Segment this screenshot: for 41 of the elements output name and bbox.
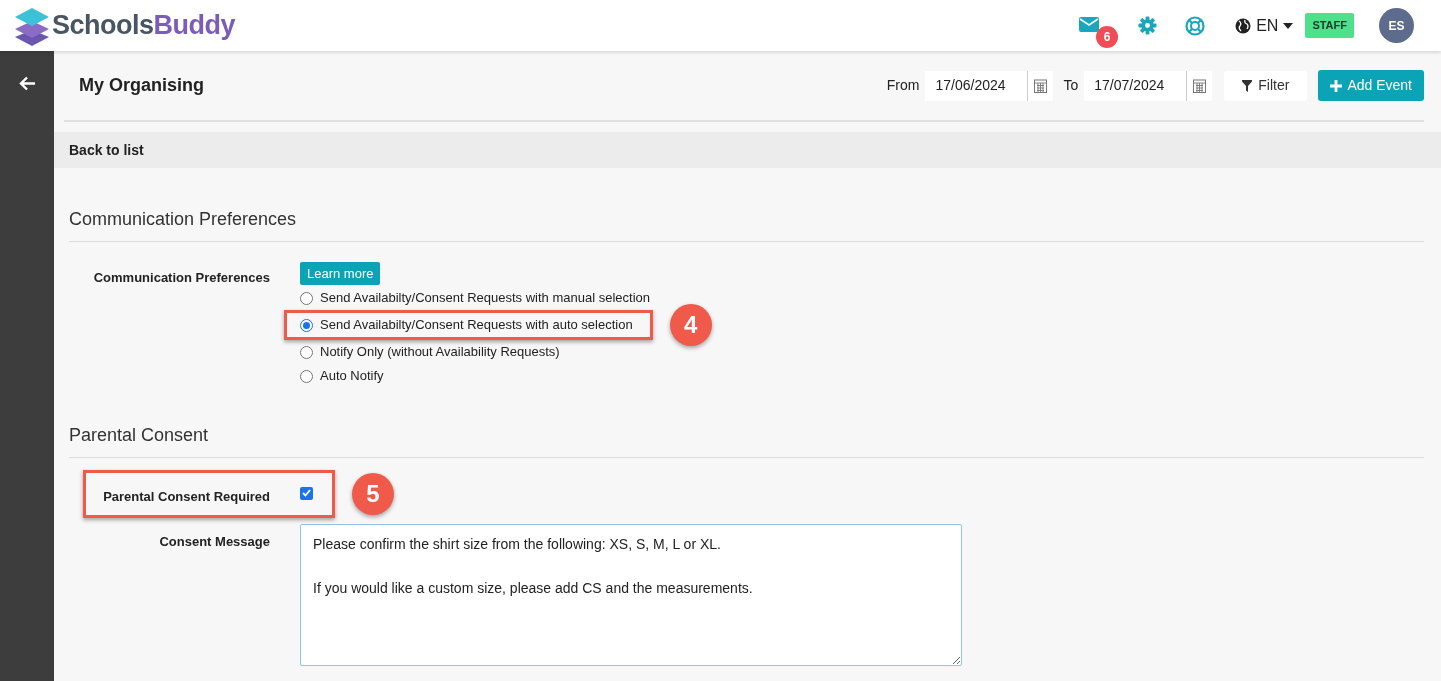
mail-icon[interactable] <box>1079 16 1100 32</box>
radio-label: Auto Notify <box>320 367 384 386</box>
callout-number: 5 <box>352 473 394 515</box>
from-label: From <box>886 76 920 95</box>
stacked-layers-logo-icon <box>14 5 50 46</box>
radio-button[interactable] <box>300 345 313 359</box>
field-label: Consent Message <box>158 533 271 551</box>
globe-icon <box>1235 17 1252 34</box>
section-heading: Parental Consent <box>69 422 1424 458</box>
caret-icon <box>1283 22 1294 29</box>
page-title: My Organising <box>79 74 204 97</box>
radio-label: Notify Only (without Availability Requests) <box>320 343 560 362</box>
calendar-icon[interactable] <box>1034 78 1048 93</box>
funnel-icon <box>1242 79 1253 92</box>
unread-count-badge: 6 <box>1096 25 1119 48</box>
to-date-field[interactable]: 17/07/2024 <box>1084 70 1213 101</box>
to-label: To <box>1063 76 1079 95</box>
language-selector[interactable]: EN <box>1235 13 1294 38</box>
callout-number: 4 <box>669 304 712 346</box>
radio-button[interactable] <box>300 291 313 305</box>
checkbox[interactable] <box>300 486 313 500</box>
from-date-field[interactable]: 17/06/2024 <box>925 70 1054 101</box>
radio-label: Send Availabilty/Consent Requests with manual selection <box>320 289 650 308</box>
help-lifebuoy-icon[interactable] <box>1185 15 1206 36</box>
calendar-icon[interactable] <box>1193 78 1207 93</box>
check-icon <box>302 489 311 497</box>
radio-button[interactable] <box>300 369 313 383</box>
filter-button[interactable]: Filter <box>1224 70 1308 101</box>
role-badge: STAFF <box>1305 13 1354 38</box>
consent-message-field[interactable]: Please confirm the shirt size from the following: XS, S, M, L or XL. If you would like a custom size, please add CS and the measurements. <box>300 524 962 666</box>
radio-button[interactable] <box>300 318 313 332</box>
settings-icon[interactable] <box>1138 16 1158 35</box>
back-to-list-link[interactable]: Back to list <box>69 139 144 161</box>
back-arrow-icon[interactable] <box>18 76 36 91</box>
plus-icon <box>1330 79 1343 92</box>
section-heading: Communication Preferences <box>69 206 1424 242</box>
radio-label: Send Availabilty/Consent Requests with auto selection <box>320 316 633 335</box>
logo-text[interactable]: SchoolsBuddy <box>52 5 236 46</box>
field-label: Communication Preferences <box>92 269 271 287</box>
user-avatar[interactable]: ES <box>1379 8 1414 43</box>
field-label: Parental Consent Required <box>102 488 271 507</box>
